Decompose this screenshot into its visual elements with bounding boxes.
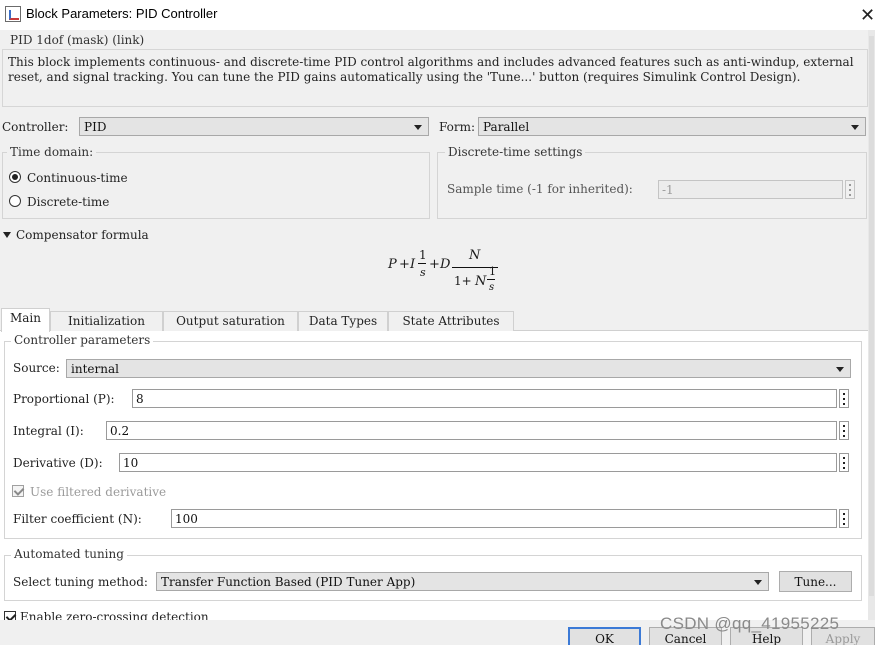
collapse-triangle-icon[interactable]: [3, 232, 11, 238]
controller-dropdown[interactable]: PID: [79, 117, 429, 136]
integral-input[interactable]: 0.2: [106, 421, 837, 440]
simulink-block-icon: [5, 6, 21, 22]
proportional-label: Proportional (P):: [13, 392, 115, 406]
chevron-down-icon: [851, 125, 859, 130]
integral-label: Integral (I):: [13, 424, 84, 438]
controller-value: PID: [84, 120, 107, 134]
tune-button[interactable]: Tune...: [779, 571, 852, 592]
formula-denominator-one: 1+: [454, 274, 472, 288]
proportional-value: 8: [136, 392, 144, 406]
chevron-down-icon: [836, 367, 844, 372]
filter-coefficient-input[interactable]: 100: [171, 509, 837, 528]
integral-value: 0.2: [110, 424, 130, 438]
filter-coefficient-value: 100: [175, 512, 198, 526]
tuning-method-dropdown[interactable]: Transfer Function Based (PID Tuner App): [156, 572, 769, 591]
formula-fraction-bar: [418, 263, 426, 264]
sample-time-options-icon[interactable]: [845, 180, 855, 199]
filter-coefficient-options-icon[interactable]: [839, 509, 849, 528]
scrollbar-thumb[interactable]: [869, 36, 874, 596]
form-value: Parallel: [483, 120, 530, 134]
derivative-value: 10: [123, 456, 139, 470]
zero-crossing-checkbox[interactable]: [4, 611, 16, 620]
tuning-method-value: Transfer Function Based (PID Tuner App): [161, 575, 416, 589]
derivative-input[interactable]: 10: [119, 453, 837, 472]
formula-plus: +: [399, 257, 410, 272]
filter-coefficient-label: Filter coefficient (N):: [13, 512, 142, 526]
tab-state-attributes[interactable]: State Attributes: [388, 311, 514, 331]
formula-s: s: [420, 266, 426, 279]
source-value: internal: [71, 362, 119, 376]
form-label: Form:: [439, 120, 476, 134]
use-filtered-derivative-label: Use filtered derivative: [30, 485, 167, 499]
tab-output-saturation[interactable]: Output saturation: [163, 311, 298, 331]
sample-time-value: -1: [662, 183, 674, 197]
ok-button[interactable]: OK: [568, 627, 641, 645]
discrete-time-radio[interactable]: [9, 195, 21, 207]
controller-parameters-legend: Controller parameters: [11, 333, 154, 347]
mask-title: PID 1dof (mask) (link): [10, 33, 145, 47]
window-title: Block Parameters: PID Controller: [26, 6, 218, 21]
csdn-watermark: CSDN @qq_41955225: [660, 614, 840, 633]
description-text: This block implements continuous- and di…: [8, 55, 854, 84]
form-dropdown[interactable]: Parallel: [478, 117, 866, 136]
formula-small-fraction-bar: [487, 279, 495, 280]
sample-time-input[interactable]: -1: [658, 180, 843, 199]
close-icon[interactable]: ✕: [860, 5, 875, 26]
source-dropdown[interactable]: internal: [66, 359, 851, 378]
proportional-input[interactable]: 8: [132, 389, 837, 408]
formula-s-small: s: [489, 282, 495, 293]
chevron-down-icon: [414, 125, 422, 130]
compensator-formula: P + I 1 s + D N 1+ N 1 s: [386, 246, 506, 304]
formula-n-denominator: N: [475, 274, 487, 289]
proportional-options-icon[interactable]: [839, 389, 849, 408]
tuning-method-label: Select tuning method:: [13, 575, 148, 589]
sample-time-label: Sample time (-1 for inherited):: [447, 182, 633, 196]
zero-crossing-label: Enable zero-crossing detection: [20, 610, 209, 620]
continuous-time-radio[interactable]: [9, 171, 21, 183]
formula-p: P: [388, 257, 397, 272]
compensator-formula-label[interactable]: Compensator formula: [16, 228, 149, 242]
formula-d: D: [440, 257, 451, 272]
formula-plus: +: [429, 257, 440, 272]
formula-one-small: 1: [489, 265, 496, 278]
controller-label: Controller:: [2, 120, 69, 134]
use-filtered-derivative-checkbox[interactable]: [12, 485, 24, 497]
tab-initialization[interactable]: Initialization: [50, 311, 163, 331]
derivative-label: Derivative (D):: [13, 456, 103, 470]
automated-tuning-legend: Automated tuning: [11, 547, 127, 561]
source-label: Source:: [13, 361, 60, 375]
discrete-settings-legend: Discrete-time settings: [445, 145, 586, 159]
formula-n-numerator: N: [469, 248, 481, 263]
derivative-options-icon[interactable]: [839, 453, 849, 472]
chevron-down-icon: [754, 580, 762, 585]
formula-i: I: [410, 257, 416, 272]
continuous-time-label[interactable]: Continuous-time: [27, 171, 128, 185]
tab-data-types[interactable]: Data Types: [298, 311, 388, 331]
formula-one: 1: [419, 248, 427, 262]
integral-options-icon[interactable]: [839, 421, 849, 440]
tab-main[interactable]: Main: [1, 308, 50, 332]
time-domain-legend: Time domain:: [7, 145, 97, 159]
discrete-time-label[interactable]: Discrete-time: [27, 195, 109, 209]
